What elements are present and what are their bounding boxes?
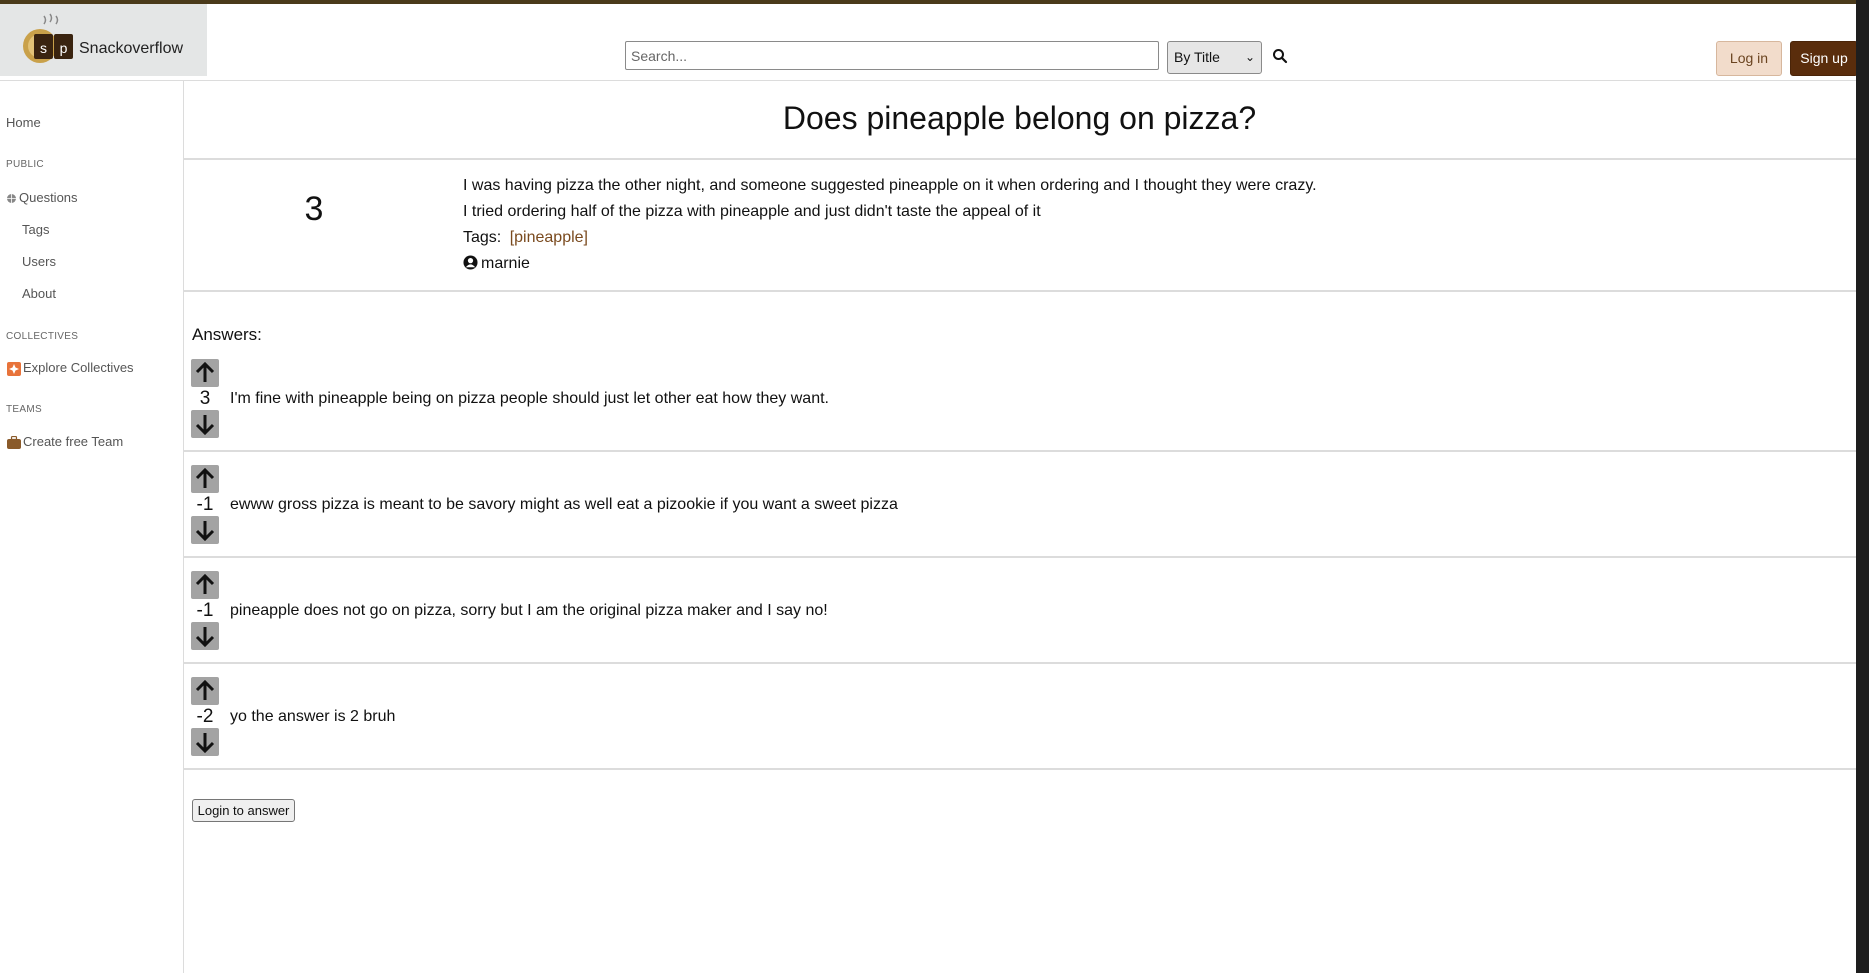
collectives-icon (7, 361, 21, 376)
answers-label: Answers: (192, 325, 262, 344)
logo[interactable]: s p Snackoverflow (0, 4, 207, 76)
login-button[interactable]: Log in (1716, 41, 1782, 76)
search-mode-value: By Title (1174, 49, 1220, 65)
sidebar-item-tags[interactable]: Tags (22, 222, 49, 237)
answer-vote-count: -1 (196, 494, 214, 515)
sidebar-item-about[interactable]: About (22, 286, 56, 301)
divider (184, 290, 1856, 292)
search-icon[interactable] (1272, 48, 1288, 64)
answer-item: -1 ewww gross pizza is meant to be savor… (184, 452, 1856, 558)
sidebar-heading-teams: TEAMS (6, 404, 42, 415)
sidebar-item-home[interactable]: Home (6, 115, 41, 130)
answer-vote-count: 3 (199, 388, 211, 409)
answer-item: 3 I'm fine with pineapple being on pizza… (184, 346, 1856, 452)
sidebar-item-create-team[interactable]: Create free Team (7, 434, 124, 450)
question-tags: Tags: [pineapple] (463, 229, 588, 247)
tag-link-pineapple[interactable]: [pineapple] (510, 229, 588, 246)
briefcase-icon (7, 436, 21, 450)
user-circle-icon (463, 255, 478, 270)
logo-letter-p: p (60, 40, 68, 56)
question-body-line-1: I was having pizza the other night, and … (463, 177, 1317, 194)
upvote-button[interactable] (191, 359, 219, 387)
arrow-up-icon (195, 574, 215, 594)
sidebar-item-users[interactable]: Users (22, 254, 56, 269)
upvote-button[interactable] (191, 465, 219, 493)
sidebar: Home PUBLIC Questions Tags Users About C… (0, 81, 184, 973)
downvote-button[interactable] (191, 728, 219, 756)
answer-vote-count: -2 (196, 706, 214, 727)
arrow-up-icon (195, 362, 215, 382)
globe-icon (7, 194, 16, 204)
downvote-button[interactable] (191, 516, 219, 544)
tags-label: Tags: (463, 229, 502, 246)
sidebar-item-explore-collectives[interactable]: Explore Collectives (7, 360, 134, 376)
signup-button[interactable]: Sign up (1790, 41, 1858, 76)
downvote-button[interactable] (191, 410, 219, 438)
arrow-down-icon (195, 627, 215, 647)
sidebar-heading-collectives: COLLECTIVES (6, 331, 79, 342)
arrow-down-icon (195, 733, 215, 753)
logo-icon: s p (23, 13, 73, 63)
sidebar-heading-public: PUBLIC (6, 159, 44, 170)
chevron-down-icon: ⌄ (1244, 50, 1255, 64)
answer-item: -1 pineapple does not go on pizza, sorry… (184, 558, 1856, 664)
question-vote-count: 3 (304, 190, 324, 228)
sidebar-item-label: Create free Team (23, 434, 124, 449)
question-body-line-2: I tried ordering half of the pizza with … (463, 203, 1041, 220)
author-name[interactable]: marnie (481, 255, 530, 272)
arrow-up-icon (195, 680, 215, 700)
sidebar-item-label: Questions (19, 190, 78, 205)
answer-text: pineapple does not go on pizza, sorry bu… (230, 602, 828, 619)
arrow-down-icon (195, 521, 215, 541)
answer-text: I'm fine with pineapple being on pizza p… (230, 390, 829, 407)
sidebar-item-questions[interactable]: Questions (6, 190, 78, 205)
answer-vote-count: -1 (196, 600, 214, 621)
arrow-down-icon (195, 415, 215, 435)
header: s p Snackoverflow By Title ⌄ Log in Sign… (0, 4, 1869, 81)
logo-text: Snackoverflow (79, 40, 184, 57)
upvote-button[interactable] (191, 677, 219, 705)
arrow-up-icon (195, 468, 215, 488)
downvote-button[interactable] (191, 622, 219, 650)
search-mode-select[interactable]: By Title ⌄ (1167, 41, 1262, 74)
window-edge (1856, 0, 1869, 973)
divider (184, 158, 1856, 160)
answer-text: yo the answer is 2 bruh (230, 708, 396, 725)
search-input[interactable] (625, 41, 1159, 70)
answer-text: ewww gross pizza is meant to be savory m… (230, 496, 898, 513)
logo-letter-s: s (40, 40, 47, 56)
question-title: Does pineapple belong on pizza? (782, 100, 1257, 136)
answer-item: -2 yo the answer is 2 bruh (184, 664, 1856, 770)
question-author: marnie (463, 255, 530, 273)
login-to-answer-button[interactable]: Login to answer (192, 799, 295, 822)
sidebar-item-label: Explore Collectives (23, 360, 134, 375)
upvote-button[interactable] (191, 571, 219, 599)
